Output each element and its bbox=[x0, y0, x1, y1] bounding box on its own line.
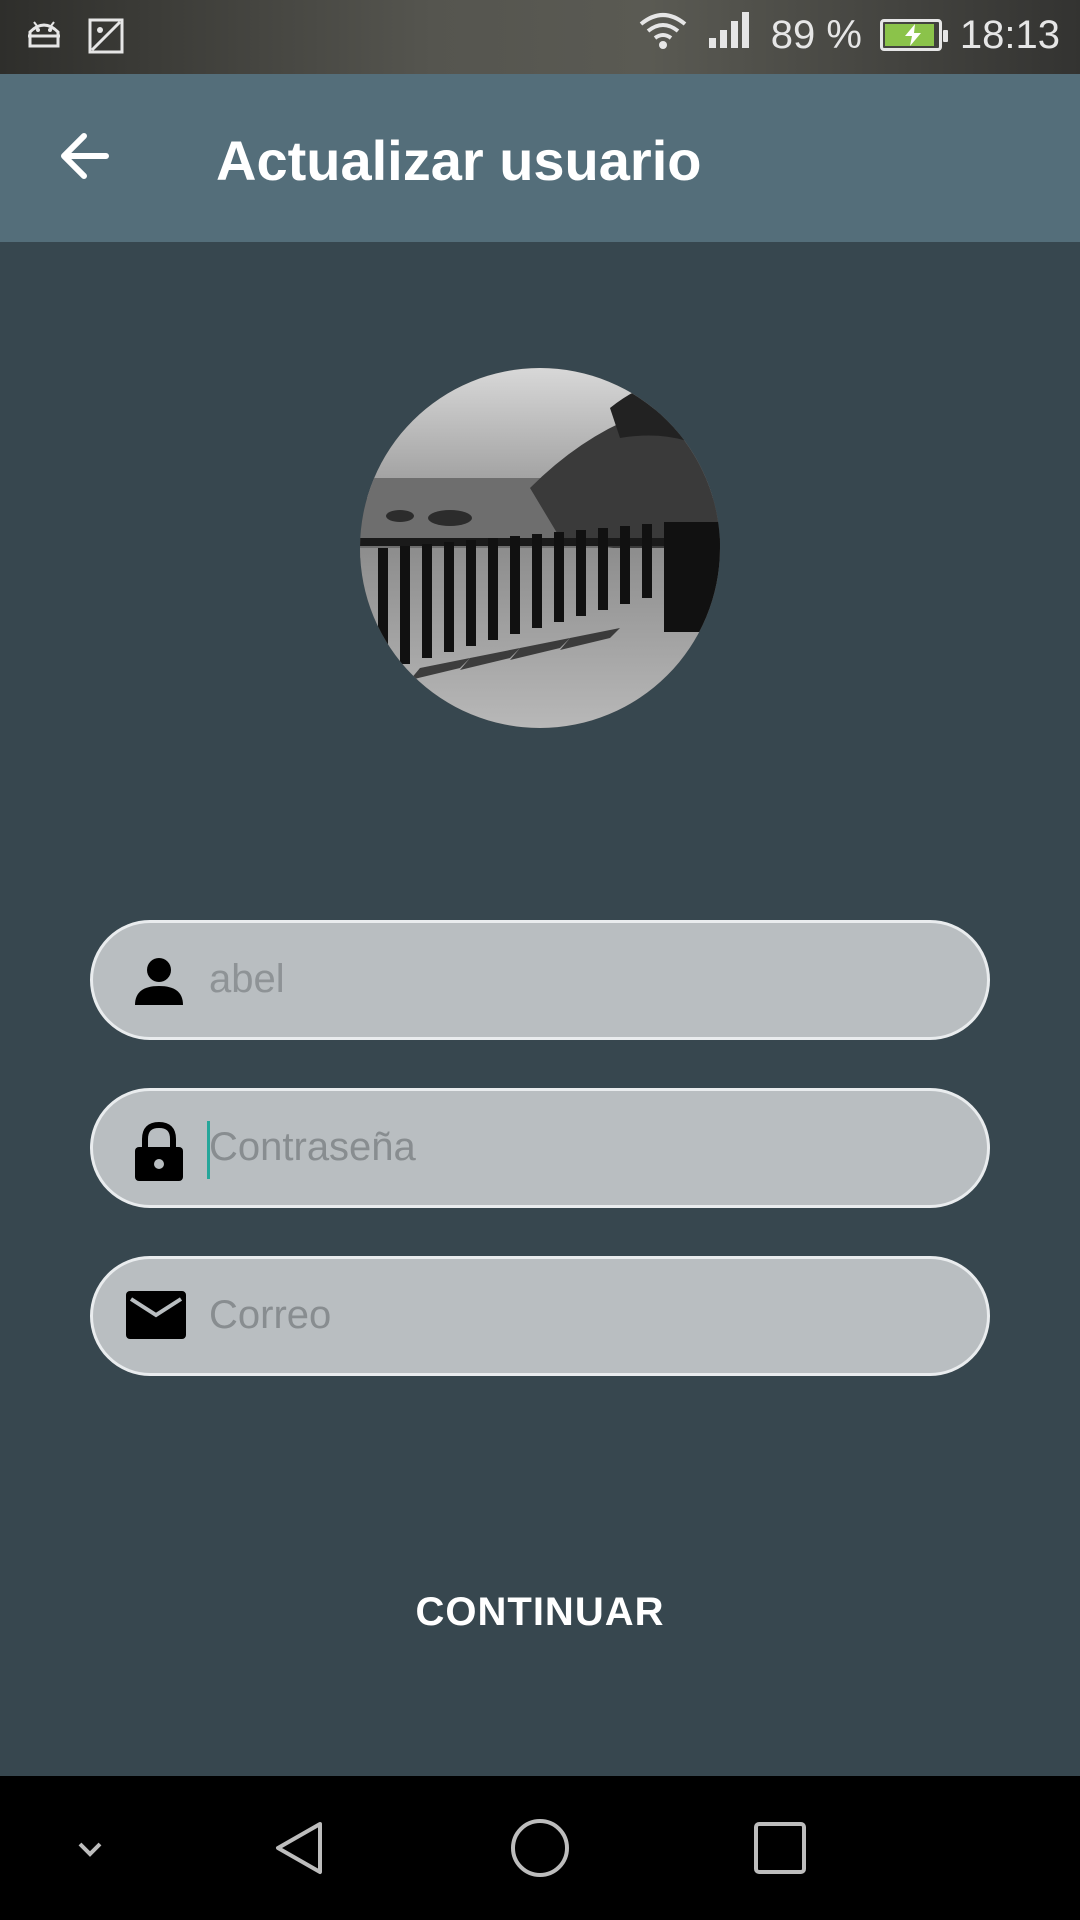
back-arrow-icon[interactable] bbox=[56, 126, 116, 186]
continue-button[interactable]: CONTINUAR bbox=[340, 1590, 740, 1656]
status-bar: 89 % 18:13 bbox=[0, 0, 1080, 74]
clock: 18:13 bbox=[959, 12, 1060, 57]
battery-percent: 89 % bbox=[770, 12, 862, 57]
system-nav-bar bbox=[0, 1776, 1080, 1920]
username-value: abel bbox=[209, 957, 285, 1001]
email-placeholder: Correo bbox=[209, 1293, 332, 1337]
username-field[interactable]: abel bbox=[90, 920, 990, 1040]
password-field[interactable]: Contraseña bbox=[90, 1088, 990, 1208]
wifi-icon bbox=[637, 10, 689, 60]
image-notification-icon bbox=[86, 16, 126, 61]
signal-icon bbox=[707, 10, 753, 60]
page-title: Actualizar usuario bbox=[216, 129, 702, 192]
app-bar: Actualizar usuario bbox=[0, 74, 1080, 242]
android-debug-icon bbox=[24, 16, 64, 61]
mail-icon bbox=[125, 1289, 187, 1345]
lock-icon bbox=[131, 1121, 187, 1181]
email-field[interactable]: Correo bbox=[90, 1256, 990, 1376]
home-circle-icon[interactable] bbox=[508, 1816, 572, 1880]
collapse-icon[interactable] bbox=[58, 1816, 122, 1880]
password-placeholder: Contraseña bbox=[209, 1125, 416, 1169]
person-icon bbox=[131, 953, 187, 1009]
battery-charging-icon bbox=[879, 19, 948, 51]
recents-square-icon[interactable] bbox=[748, 1816, 812, 1880]
back-triangle-icon[interactable] bbox=[268, 1816, 332, 1880]
profile-avatar[interactable] bbox=[360, 368, 720, 728]
